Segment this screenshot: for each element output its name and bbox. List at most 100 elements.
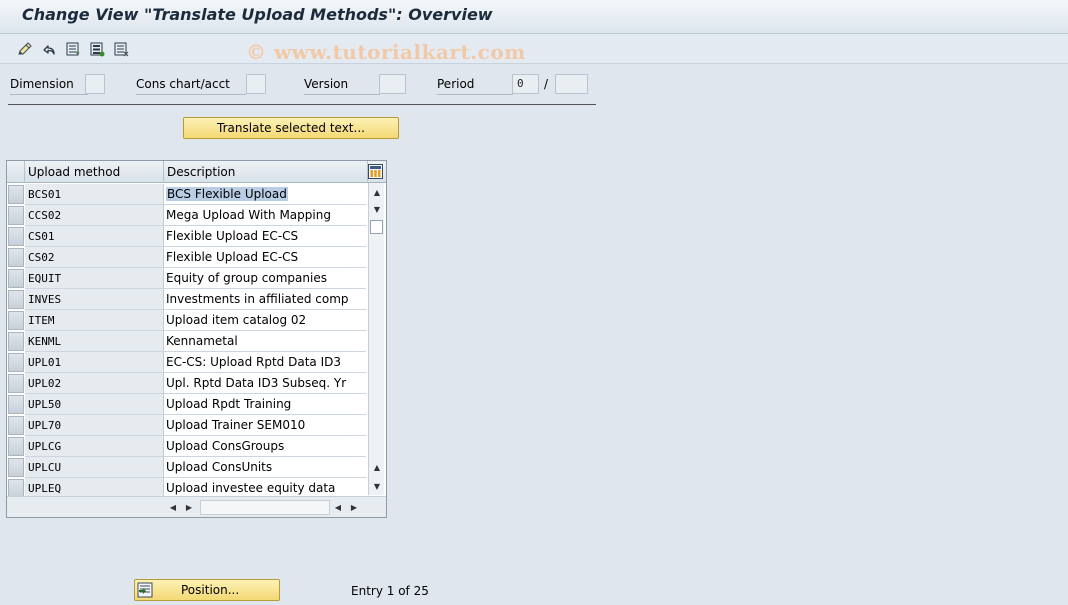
vertical-scrollbar[interactable]: ▲ ▼ ▲ ▼ xyxy=(368,183,384,495)
dimension-underline xyxy=(10,94,88,95)
table-row[interactable]: INVES Investments in affiliated comp xyxy=(7,289,368,310)
table-header: Upload method Description xyxy=(7,161,386,183)
scroll-thumb[interactable] xyxy=(370,220,383,234)
upload-method-cell: UPL01 xyxy=(25,352,164,373)
upload-method-cell: INVES xyxy=(25,289,164,310)
upload-method-cell: CCS02 xyxy=(25,205,164,226)
table-row[interactable]: CS02 Flexible Upload EC-CS xyxy=(7,247,368,268)
page-title: Change View "Translate Upload Methods": … xyxy=(22,5,493,24)
description-cell[interactable]: EC-CS: Upload Rptd Data ID3 xyxy=(164,352,366,373)
cons-chart-underline xyxy=(136,94,246,95)
upload-method-cell: UPL50 xyxy=(25,394,164,415)
version-underline xyxy=(304,94,380,95)
description-cell[interactable]: Kennametal xyxy=(164,331,366,352)
scroll-left-icon[interactable]: ◀ xyxy=(167,500,179,515)
description-cell[interactable]: Upload Rpdt Training xyxy=(164,394,366,415)
row-selector[interactable] xyxy=(8,269,24,288)
description-cell[interactable]: Investments in affiliated comp xyxy=(164,289,366,310)
row-selector[interactable] xyxy=(8,437,24,456)
row-selector[interactable] xyxy=(8,185,24,204)
edit-pencil-icon[interactable] xyxy=(16,40,34,58)
row-selector[interactable] xyxy=(8,332,24,351)
table-row[interactable]: UPL50 Upload Rpdt Training xyxy=(7,394,368,415)
dimension-field[interactable] xyxy=(85,74,105,94)
row-selector[interactable] xyxy=(8,290,24,309)
horizontal-scrollbar[interactable] xyxy=(200,500,330,515)
header-separator xyxy=(8,104,596,105)
fiscal-year-field[interactable] xyxy=(555,74,588,94)
column-header-upload-method[interactable]: Upload method xyxy=(25,161,164,183)
table-row[interactable]: EQUIT Equity of group companies xyxy=(7,268,368,289)
select-all-icon[interactable] xyxy=(88,40,106,58)
period-field[interactable]: 0 xyxy=(512,74,539,94)
watermark: © www.tutorialkart.com xyxy=(246,40,526,64)
upload-method-cell: KENML xyxy=(25,331,164,352)
row-selector[interactable] xyxy=(8,416,24,435)
entry-counter: Entry 1 of 25 xyxy=(351,584,429,598)
horizontal-scroll-area: ◀ ▶ ◀ ▶ xyxy=(7,496,386,517)
upload-methods-table: Upload method Description BCS01 BCS Flexi… xyxy=(6,160,387,518)
description-cell[interactable]: Upload Trainer SEM010 xyxy=(164,415,366,436)
row-selector[interactable] xyxy=(8,353,24,372)
upload-method-cell: UPL70 xyxy=(25,415,164,436)
description-cell[interactable]: Equity of group companies xyxy=(164,268,366,289)
scroll-left-end-icon[interactable]: ◀ xyxy=(332,500,344,515)
upload-method-cell: BCS01 xyxy=(25,184,164,205)
description-cell[interactable]: Upload item catalog 02 xyxy=(164,310,366,331)
scroll-up-icon[interactable]: ▲ xyxy=(370,185,384,199)
description-cell[interactable]: Mega Upload With Mapping xyxy=(164,205,366,226)
table-settings-icon[interactable] xyxy=(368,164,383,179)
table-row[interactable]: UPL02 Upl. Rptd Data ID3 Subseq. Yr xyxy=(7,373,368,394)
dimension-label: Dimension xyxy=(10,77,74,91)
translate-selected-text-button[interactable]: Translate selected text... xyxy=(183,117,399,139)
row-selector[interactable] xyxy=(8,395,24,414)
period-separator: / xyxy=(544,77,549,91)
row-selector[interactable] xyxy=(8,311,24,330)
application-toolbar xyxy=(0,34,1068,64)
scroll-up-bottom-icon[interactable]: ▲ xyxy=(370,460,384,474)
upload-method-cell: UPL02 xyxy=(25,373,164,394)
row-selector[interactable] xyxy=(8,206,24,225)
position-button[interactable]: Position... xyxy=(134,579,280,601)
table-row[interactable]: UPLCG Upload ConsGroups xyxy=(7,436,368,457)
description-cell[interactable]: Flexible Upload EC-CS xyxy=(164,247,366,268)
undo-icon[interactable] xyxy=(40,40,58,58)
scroll-right-end-icon[interactable]: ▶ xyxy=(348,500,360,515)
upload-method-cell: CS01 xyxy=(25,226,164,247)
table-row[interactable]: UPL70 Upload Trainer SEM010 xyxy=(7,415,368,436)
table-row[interactable]: UPL01 EC-CS: Upload Rptd Data ID3 xyxy=(7,352,368,373)
column-header-description[interactable]: Description xyxy=(164,161,368,183)
description-cell[interactable]: Upload ConsUnits xyxy=(164,457,366,478)
upload-method-cell: UPLCU xyxy=(25,457,164,478)
table-row[interactable]: CCS02 Mega Upload With Mapping xyxy=(7,205,368,226)
description-cell[interactable]: Upload ConsGroups xyxy=(164,436,366,457)
scroll-right-icon[interactable]: ▶ xyxy=(183,500,195,515)
selected-text: BCS Flexible Upload xyxy=(166,187,288,201)
row-selector[interactable] xyxy=(8,458,24,477)
row-selector[interactable] xyxy=(8,227,24,246)
row-selector[interactable] xyxy=(8,374,24,393)
upload-method-cell: UPLCG xyxy=(25,436,164,457)
period-label: Period xyxy=(437,77,475,91)
select-all-rows-cell[interactable] xyxy=(7,161,25,183)
table-row[interactable]: KENML Kennametal xyxy=(7,331,368,352)
select-block-icon[interactable] xyxy=(64,40,82,58)
scroll-down-icon[interactable]: ▼ xyxy=(370,202,384,216)
position-icon xyxy=(137,582,153,598)
scroll-down-bottom-icon[interactable]: ▼ xyxy=(370,479,384,493)
row-selector[interactable] xyxy=(8,248,24,267)
upload-method-cell: ITEM xyxy=(25,310,164,331)
period-underline xyxy=(437,94,513,95)
table-row[interactable]: BCS01 BCS Flexible Upload xyxy=(7,184,368,205)
table-row[interactable]: ITEM Upload item catalog 02 xyxy=(7,310,368,331)
description-cell[interactable]: BCS Flexible Upload xyxy=(164,184,366,205)
cons-chart-label: Cons chart/acct xyxy=(136,77,230,91)
version-label: Version xyxy=(304,77,349,91)
description-cell[interactable]: Flexible Upload EC-CS xyxy=(164,226,366,247)
cons-chart-field[interactable] xyxy=(246,74,266,94)
description-cell[interactable]: Upl. Rptd Data ID3 Subseq. Yr xyxy=(164,373,366,394)
table-row[interactable]: CS01 Flexible Upload EC-CS xyxy=(7,226,368,247)
version-field[interactable] xyxy=(379,74,406,94)
deselect-all-icon[interactable] xyxy=(112,40,130,58)
table-row[interactable]: UPLCU Upload ConsUnits xyxy=(7,457,368,478)
